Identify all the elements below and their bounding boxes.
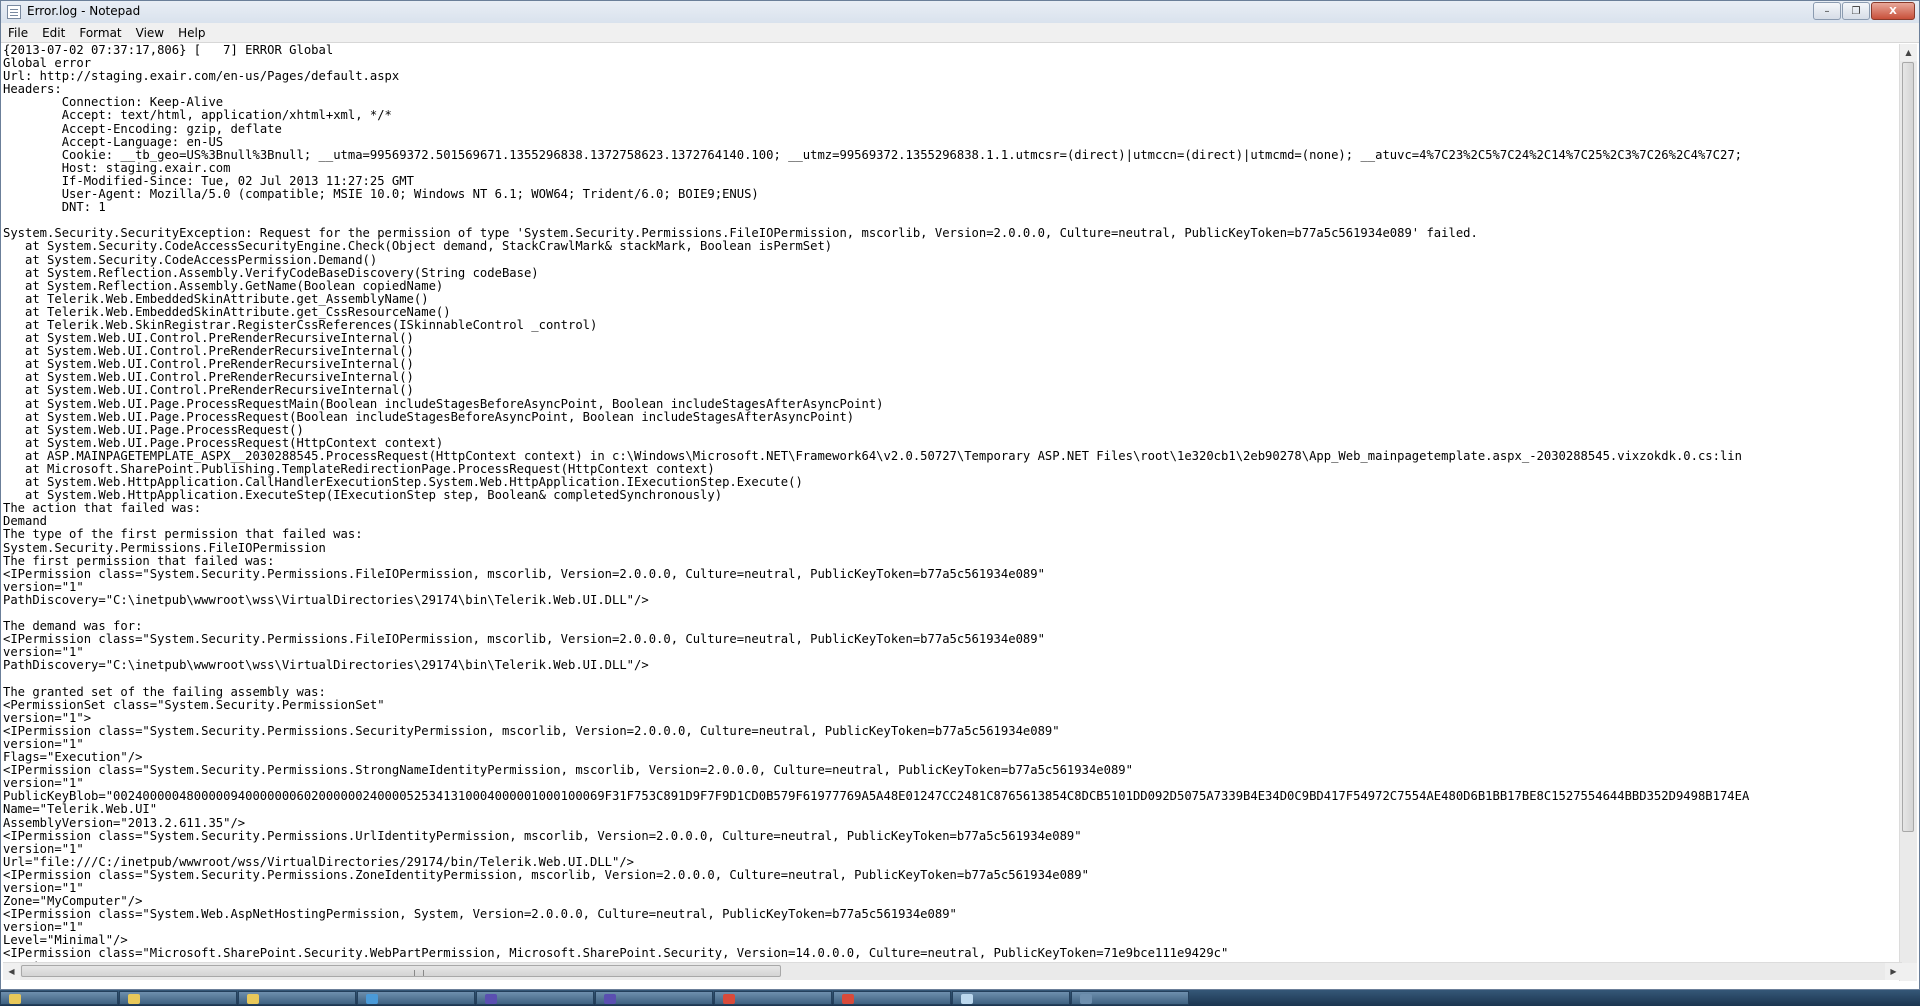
vertical-scrollbar[interactable]: ▲ ▼ — [1899, 44, 1917, 981]
taskbar-button[interactable] — [1071, 991, 1189, 1005]
app-icon — [604, 994, 616, 1004]
close-button[interactable]: X — [1871, 2, 1915, 20]
folder-icon — [247, 994, 259, 1004]
scroll-left-button[interactable]: ◀ — [3, 963, 20, 980]
notepad-icon — [961, 994, 973, 1004]
horizontal-scroll-thumb[interactable] — [21, 965, 781, 977]
maximize-button[interactable]: ❐ — [1842, 2, 1870, 20]
text-editor-area[interactable]: {2013-07-02 07:37:17,806} [ 7] ERROR Glo… — [3, 44, 1902, 981]
folder-icon — [128, 994, 140, 1004]
title-bar[interactable]: Error.log - Notepad – ❐ X — [1, 1, 1919, 24]
taskbar-button[interactable] — [357, 991, 475, 1005]
window-title: Error.log - Notepad — [27, 4, 141, 18]
taskbar-button[interactable] — [0, 991, 118, 1005]
taskbar-button[interactable] — [238, 991, 356, 1005]
taskbar-button[interactable] — [833, 991, 951, 1005]
notepad-window: Error.log - Notepad – ❐ X File Edit Form… — [0, 0, 1920, 990]
app-icon — [485, 994, 497, 1004]
scroll-up-button[interactable]: ▲ — [1900, 44, 1917, 61]
menu-format[interactable]: Format — [72, 26, 128, 40]
app-icon — [1080, 994, 1092, 1004]
taskbar-button[interactable] — [476, 991, 594, 1005]
menu-view[interactable]: View — [129, 26, 171, 40]
taskbar-button[interactable] — [952, 991, 1070, 1005]
document-text[interactable]: {2013-07-02 07:37:17,806} [ 7] ERROR Glo… — [3, 44, 1902, 974]
window-controls: – ❐ X — [1812, 2, 1915, 20]
menu-help[interactable]: Help — [171, 26, 212, 40]
vertical-scroll-thumb[interactable] — [1902, 62, 1914, 832]
scroll-grip-icon — [414, 970, 424, 976]
menu-bar: File Edit Format View Help — [1, 23, 1919, 43]
menu-edit[interactable]: Edit — [35, 26, 72, 40]
horizontal-scrollbar[interactable]: ◀ ▶ — [3, 962, 1902, 980]
browser-icon — [842, 994, 854, 1004]
browser-icon — [723, 994, 735, 1004]
minimize-button[interactable]: – — [1813, 2, 1841, 20]
taskbar-button[interactable] — [119, 991, 237, 1005]
taskbar-button[interactable] — [714, 991, 832, 1005]
taskbar — [0, 990, 1920, 1006]
scrollbar-corner — [1900, 963, 1917, 980]
menu-file[interactable]: File — [1, 26, 35, 40]
app-icon — [366, 994, 378, 1004]
taskbar-button[interactable] — [595, 991, 713, 1005]
folder-icon — [9, 994, 21, 1004]
notepad-icon — [7, 5, 21, 19]
